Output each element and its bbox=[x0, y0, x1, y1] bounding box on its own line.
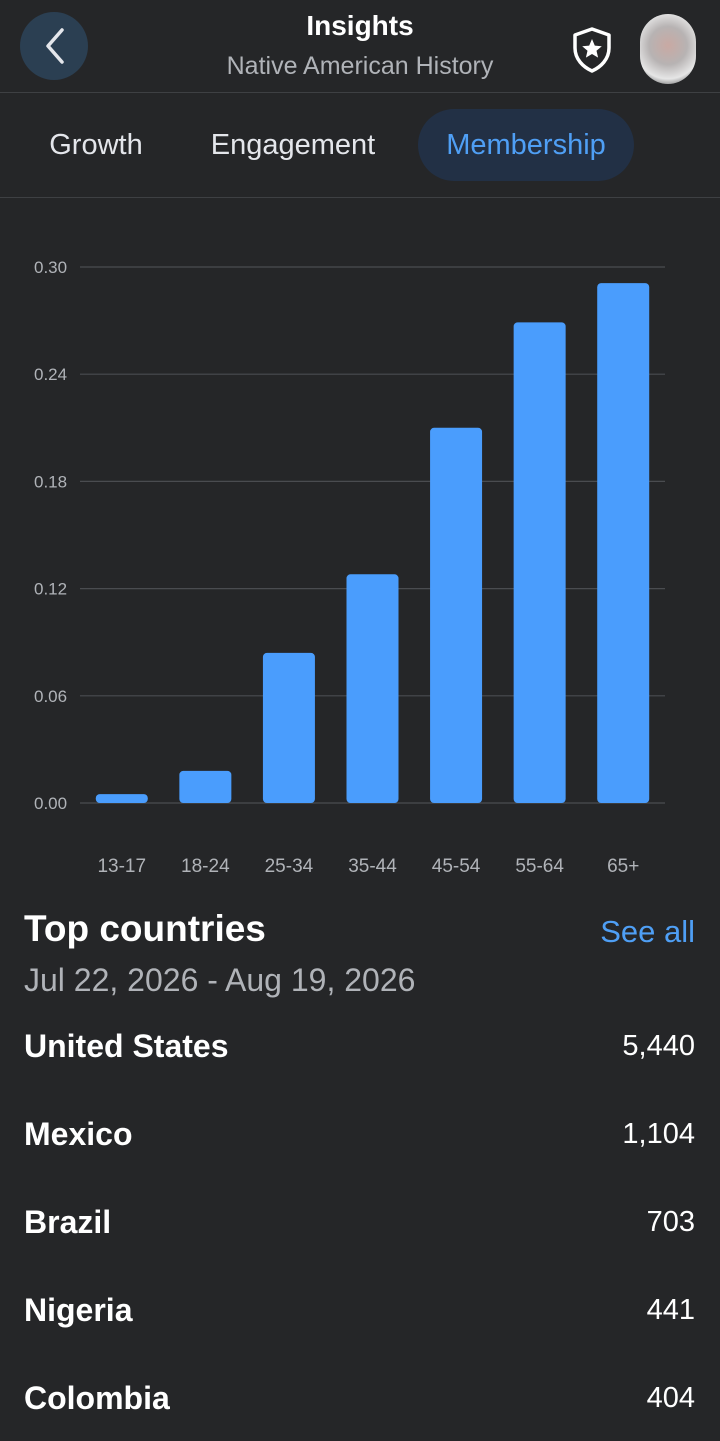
country-row: Mexico 1,104 bbox=[0, 1106, 720, 1166]
x-tick-label: 65+ bbox=[607, 856, 639, 877]
country-name: Mexico bbox=[24, 1116, 133, 1152]
bar-65+[interactable] bbox=[597, 283, 650, 803]
country-name: United States bbox=[24, 1028, 229, 1064]
bar-25-34[interactable] bbox=[262, 652, 315, 803]
tab-bar: Growth Engagement Membership bbox=[0, 93, 720, 198]
date-range: Jul 22, 2026 - Aug 19, 2026 bbox=[24, 962, 416, 998]
y-tick-label: 0.24 bbox=[34, 365, 67, 384]
y-tick-label: 0.12 bbox=[34, 580, 67, 599]
country-name: Nigeria bbox=[24, 1292, 133, 1328]
country-row: United States 5,440 bbox=[0, 1018, 720, 1078]
y-tick-label: 0.00 bbox=[34, 794, 67, 813]
country-count: 1,104 bbox=[622, 1118, 695, 1150]
country-name: Brazil bbox=[24, 1204, 112, 1240]
x-tick-label: 25-34 bbox=[265, 856, 314, 877]
country-count: 404 bbox=[646, 1382, 695, 1414]
country-count: 703 bbox=[646, 1206, 695, 1238]
country-row: Colombia 404 bbox=[0, 1370, 720, 1430]
bar-13-17[interactable] bbox=[95, 794, 148, 803]
top-app-bar: Insights Native American History bbox=[0, 0, 720, 93]
tab-engagement[interactable]: Engagement bbox=[190, 109, 396, 181]
country-row: Nigeria 441 bbox=[0, 1282, 720, 1342]
country-count: 441 bbox=[646, 1294, 695, 1326]
y-tick-label: 0.30 bbox=[34, 258, 67, 277]
section-title: Top countries bbox=[24, 908, 266, 949]
country-row: Brazil 703 bbox=[0, 1194, 720, 1254]
x-tick-label: 13-17 bbox=[97, 856, 146, 877]
shield-star-icon[interactable] bbox=[570, 26, 614, 74]
bar-45-54[interactable] bbox=[430, 427, 483, 803]
y-tick-label: 0.18 bbox=[34, 472, 67, 491]
y-tick-label: 0.06 bbox=[34, 687, 67, 706]
x-tick-label: 35-44 bbox=[348, 856, 397, 877]
tab-membership[interactable]: Membership bbox=[418, 109, 634, 181]
see-all-link[interactable]: See all bbox=[600, 914, 695, 950]
age-bar-chart: 0.00 0.06 0.12 0.18 0.24 0.30 13-17 18-24 25-34 3… bbox=[34, 258, 665, 877]
insights-screen: Insights Native American History Growth … bbox=[0, 0, 720, 1441]
bar-35-44[interactable] bbox=[346, 574, 399, 803]
x-tick-label: 55-64 bbox=[515, 856, 564, 877]
bar-55-64[interactable] bbox=[513, 322, 566, 803]
country-count: 5,440 bbox=[622, 1030, 695, 1062]
avatar[interactable] bbox=[640, 14, 696, 84]
tab-growth[interactable]: Growth bbox=[30, 109, 162, 181]
country-name: Colombia bbox=[24, 1380, 170, 1416]
x-tick-label: 45-54 bbox=[432, 856, 481, 877]
x-tick-label: 18-24 bbox=[181, 856, 230, 877]
bar-18-24[interactable] bbox=[179, 770, 232, 803]
